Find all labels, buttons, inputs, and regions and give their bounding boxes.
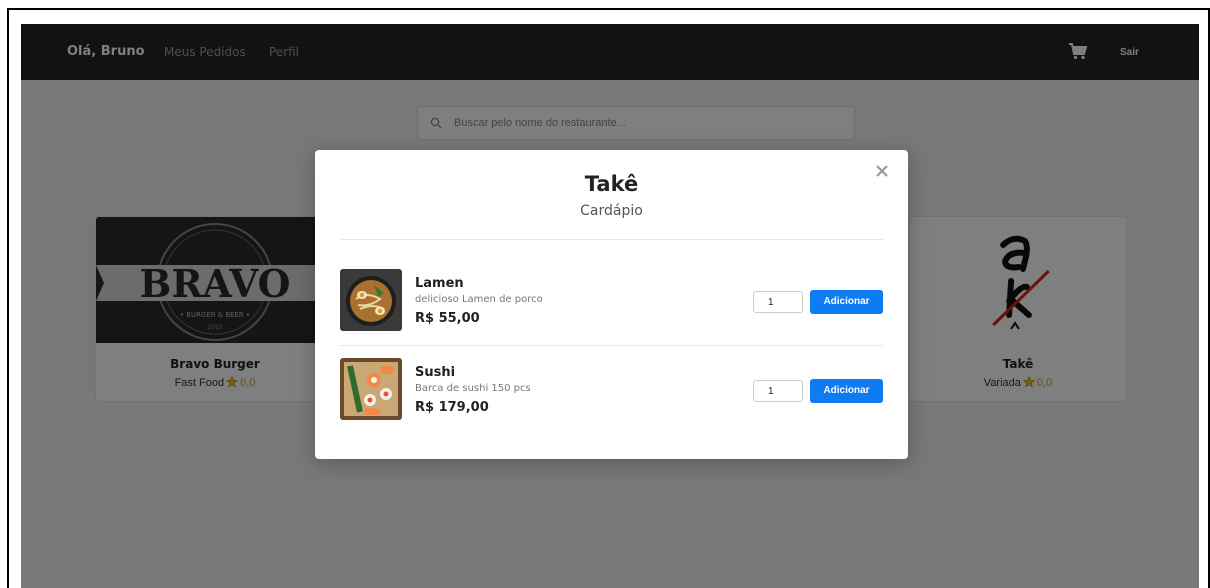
item-name: Lamen [415, 276, 464, 291]
modal-title: Takê [584, 172, 639, 196]
item-price: R$ 55,00 [415, 311, 480, 326]
quantity-input[interactable]: 1 [753, 380, 803, 402]
item-price: R$ 179,00 [415, 400, 489, 415]
browser-frame: Olá, Bruno Meus Pedidos Perfil Sair Busc… [7, 8, 1210, 588]
item-description: Barca de sushi 150 pcs [415, 383, 531, 394]
menu-item: Lamen delicioso Lamen de porco R$ 55,00 … [340, 269, 883, 333]
lamen-thumbnail [340, 269, 402, 331]
divider [340, 345, 883, 346]
sushi-thumbnail [340, 358, 402, 420]
item-description: delicioso Lamen de porco [415, 294, 543, 305]
app-root: Olá, Bruno Meus Pedidos Perfil Sair Busc… [21, 24, 1199, 588]
add-button[interactable]: Adicionar [810, 290, 883, 314]
menu-modal: Takê Cardápio Lamen delicioso Lamen de p… [315, 150, 908, 459]
item-name: Sushi [415, 365, 456, 380]
add-button[interactable]: Adicionar [810, 379, 883, 403]
modal-subtitle: Cardápio [580, 203, 643, 219]
menu-item: Sushi Barca de sushi 150 pcs R$ 179,00 1… [340, 358, 883, 422]
quantity-input[interactable]: 1 [753, 291, 803, 313]
divider [340, 239, 883, 240]
